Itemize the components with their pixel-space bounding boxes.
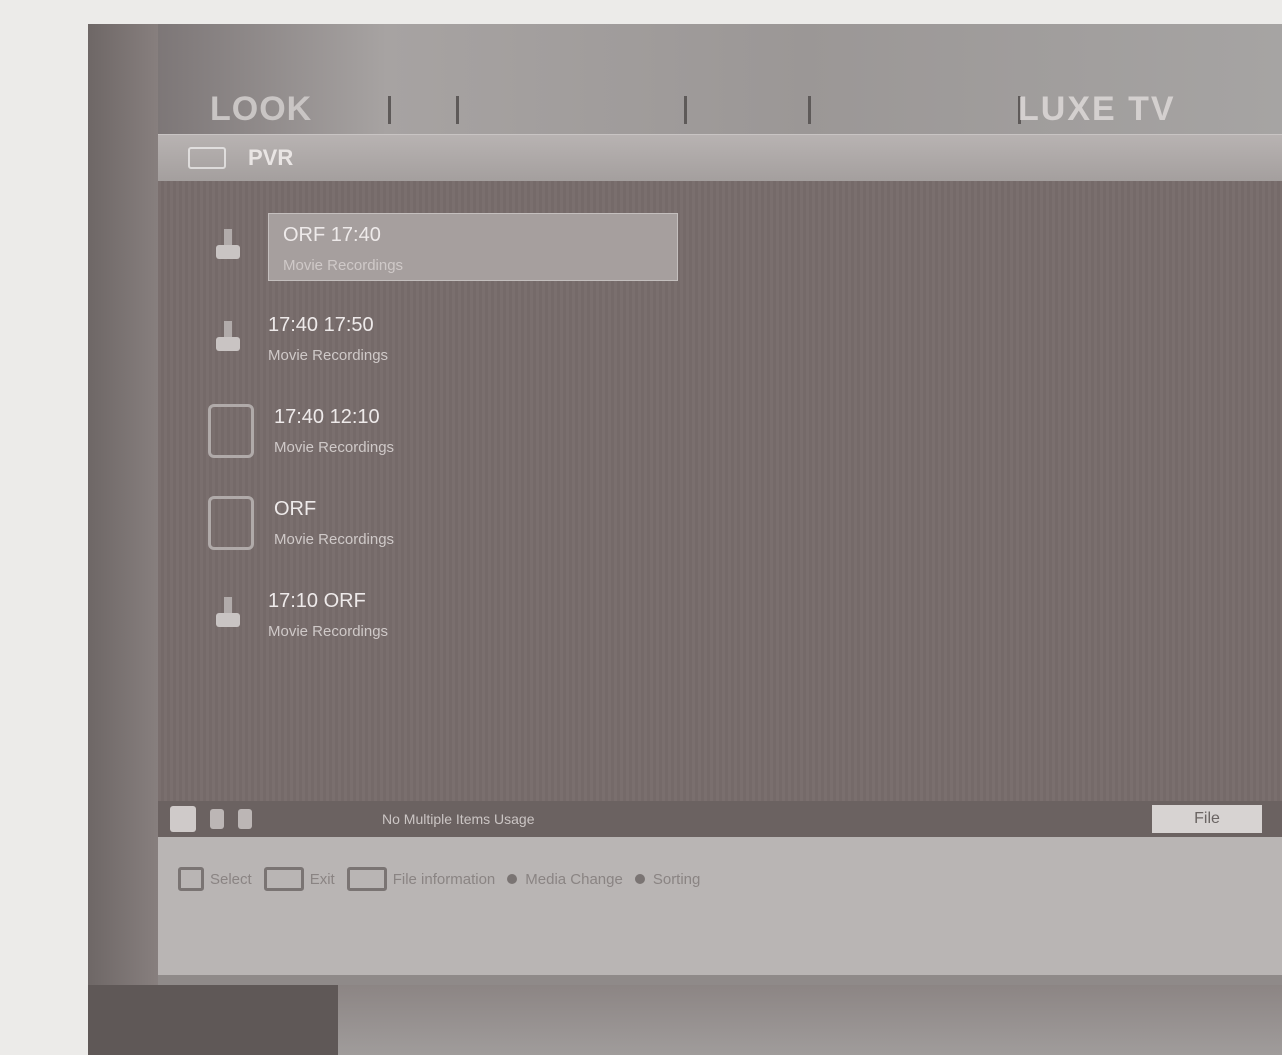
- usb-icon: [208, 591, 248, 639]
- nav-hints: Select Exit File information Media Chang…: [178, 867, 712, 891]
- list-item[interactable]: 17:40 12:10 Movie Recordings: [208, 385, 728, 477]
- list-item-sub: Movie Recordings: [274, 439, 395, 456]
- list-item[interactable]: 17:40 17:50 Movie Recordings: [208, 293, 728, 385]
- list-item-sub: Movie Recordings: [283, 257, 404, 274]
- page-title: PVR: [248, 145, 294, 170]
- usb-icon: [210, 809, 224, 829]
- nav-hint-bar: Select Exit File information Media Chang…: [158, 837, 1282, 975]
- tv-background-header: LOOK LUXE TV: [88, 24, 1282, 144]
- brand-logo-right: LUXE TV: [1018, 90, 1176, 128]
- list-item-text: ORF Movie Recordings: [274, 498, 394, 548]
- list-item-text: 17:40 12:10 Movie Recordings: [274, 406, 394, 456]
- folder-icon: [208, 496, 254, 550]
- list-item-name: 17:10 ORF: [268, 590, 366, 612]
- list-item-text: ORF 17:40 Movie Recordings: [268, 213, 678, 281]
- list-item[interactable]: ORF 17:40 Movie Recordings: [208, 201, 728, 293]
- color-key-icon: [634, 874, 645, 884]
- hint-media-change: Media Change: [525, 870, 623, 888]
- hint-sorting: Sorting: [652, 870, 701, 888]
- file-button[interactable]: File: [1152, 805, 1262, 833]
- hint-exit: Exit: [309, 870, 335, 888]
- info-key-icon: [346, 867, 387, 891]
- list-item-name: ORF: [274, 498, 317, 520]
- recording-list-area: ORF 17:40 Movie Recordings 17:40 17:50 M…: [158, 181, 1282, 801]
- brand-logo-left: LOOK: [210, 90, 313, 128]
- recording-list: ORF 17:40 Movie Recordings 17:40 17:50 M…: [208, 201, 728, 661]
- list-item-name: 17:40 17:50: [268, 314, 374, 336]
- exit-key-icon: [263, 867, 304, 891]
- usb-icon: [208, 315, 248, 363]
- list-item-sub: Movie Recordings: [268, 347, 389, 364]
- list-item-name: 17:40 12:10: [274, 406, 380, 428]
- list-item[interactable]: ORF Movie Recordings: [208, 477, 728, 569]
- list-item-name: ORF 17:40: [283, 224, 381, 246]
- panel-footer: No Multiple Items Usage File: [158, 801, 1282, 837]
- hint-file-information: File information: [392, 870, 496, 888]
- tv-screen: LOOK LUXE TV PVR ORF 17:40 Movie Recordi…: [88, 24, 1282, 1055]
- tv-bezel-bottom: [88, 985, 1282, 1055]
- list-item-text: 17:10 ORF Movie Recordings: [268, 590, 388, 640]
- list-item-sub: Movie Recordings: [274, 531, 395, 548]
- decor-bar: [456, 96, 459, 124]
- footer-status: No Multiple Items Usage: [382, 811, 535, 827]
- decor-bar: [388, 96, 391, 124]
- tv-bezel-left: [88, 24, 158, 1055]
- decor-bar: [684, 96, 687, 124]
- hint-select: Select: [210, 870, 252, 888]
- ok-key-icon: [178, 867, 204, 891]
- decor-bar: [808, 96, 811, 124]
- record-icon: [238, 809, 252, 829]
- list-item-text: 17:40 17:50 Movie Recordings: [268, 314, 388, 364]
- list-item[interactable]: 17:10 ORF Movie Recordings: [208, 569, 728, 661]
- usb-icon: [208, 223, 248, 271]
- pvr-panel: PVR ORF 17:40 Movie Recordings 17:40 17:…: [158, 134, 1282, 975]
- folder-icon: [208, 404, 254, 458]
- tv-bezel-bottom-left: [88, 985, 338, 1055]
- panel-header: PVR: [158, 135, 1282, 181]
- media-icon: [170, 806, 196, 832]
- pvr-icon: [188, 147, 226, 169]
- color-key-icon: [507, 874, 518, 884]
- list-item-sub: Movie Recordings: [268, 623, 389, 640]
